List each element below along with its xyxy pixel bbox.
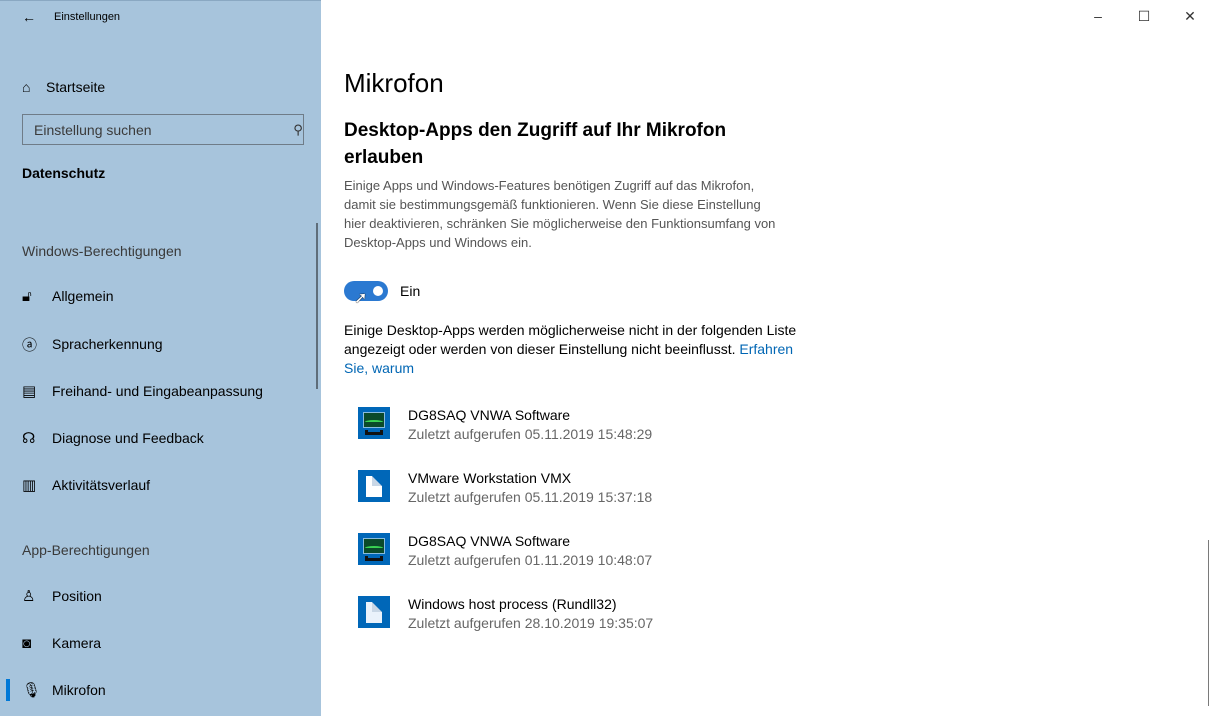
section-description: Einige Apps und Windows-Features benötig… (344, 178, 776, 250)
app-last-access: Zuletzt aufgerufen 28.10.2019 19:35:07 (408, 615, 654, 631)
back-arrow-icon: ← (22, 9, 36, 25)
microphone-icon: 🎙︎ (22, 682, 42, 699)
feedback-icon: ☊ (22, 430, 36, 447)
sidebar-item-kamera[interactable]: ◙ Kamera (0, 623, 321, 663)
app-last-access: Zuletzt aufgerufen 01.11.2019 10:48:07 (408, 552, 653, 568)
toggle-knob (373, 286, 383, 296)
app-title: Einstellungen (54, 11, 121, 23)
sidebar-item-spracherkennung[interactable]: ⓐ Spracherkennung (0, 324, 321, 364)
sidebar-item-aktivitaetsverlauf[interactable]: ▥ Aktivitätsverlauf (0, 465, 321, 505)
search-input[interactable]: Einstellung suchen ⚲ (22, 114, 304, 145)
list-item: VMware Workstation VMX Zuletzt aufgerufe… (358, 467, 858, 530)
list-item: DG8SAQ VNWA Software Zuletzt aufgerufen … (358, 404, 858, 467)
window-controls: – ☐ ✕ (1075, 0, 1213, 32)
sidebar-item-allgemein[interactable]: 🔓︎ Allgemein (0, 276, 321, 316)
note-text: Einige Desktop-Apps werden möglicherweis… (344, 322, 797, 357)
sidebar-item-label: Freihand- und Eingabeanpassung (52, 383, 263, 399)
minimize-button[interactable]: – (1075, 0, 1121, 32)
sidebar-item-label: Mikrofon (52, 682, 106, 698)
sidebar-item-label: Position (52, 588, 102, 604)
minimize-icon: – (1094, 8, 1102, 24)
sidebar-item-freihand[interactable]: ▤ Freihand- und Eingabeanpassung (0, 371, 321, 411)
list-item: DG8SAQ VNWA Software Zuletzt aufgerufen … (358, 530, 858, 593)
sidebar-item-position[interactable]: ♙ Position (0, 576, 321, 616)
timeline-icon: ▥ (22, 477, 37, 494)
location-icon: ♙ (22, 588, 36, 605)
app-name: VMware Workstation VMX (408, 470, 572, 486)
list-item: Windows host process (Rundll32) Zuletzt … (358, 593, 858, 656)
file-icon (358, 596, 390, 628)
camera-icon: ◙ (22, 634, 32, 652)
search-placeholder: Einstellung suchen (34, 121, 152, 138)
sidebar-item-label: Startseite (46, 79, 106, 95)
vnwa-icon (358, 407, 390, 439)
maximize-button[interactable]: ☐ (1121, 0, 1167, 32)
vnwa-icon (358, 533, 390, 565)
sidebar-item-home[interactable]: ⌂ Startseite (0, 69, 321, 105)
speech-icon: ⓐ (22, 336, 38, 354)
sidebar-item-mikrofon[interactable]: 🎙︎ Mikrofon (0, 670, 321, 710)
app-name: DG8SAQ VNWA Software (408, 407, 571, 423)
mouse-cursor-icon: ➚ (354, 290, 368, 307)
sidebar-item-label: Allgemein (52, 288, 114, 304)
maximize-icon: ☐ (1137, 7, 1151, 24)
file-icon (358, 470, 390, 502)
app-last-access: Zuletzt aufgerufen 05.11.2019 15:48:29 (408, 426, 653, 442)
clipboard-icon: ▤ (22, 383, 37, 400)
back-button[interactable]: ← (14, 1, 44, 33)
group-heading-windows: Windows-Berechtigungen (22, 243, 182, 259)
sidebar-section-title: Datenschutz (22, 165, 106, 181)
desktop-apps-note: Einige Desktop-Apps werden möglicherweis… (344, 321, 804, 378)
close-icon: ✕ (1184, 7, 1196, 24)
sidebar-item-label: Diagnose und Feedback (52, 430, 204, 446)
app-list: DG8SAQ VNWA Software Zuletzt aufgerufen … (358, 404, 858, 656)
sidebar-item-label: Spracherkennung (52, 336, 163, 352)
app-name: DG8SAQ VNWA Software (408, 533, 571, 549)
page-title: Mikrofon (344, 68, 444, 98)
group-heading-apps: App-Berechtigungen (22, 542, 150, 558)
sidebar-item-label: Kamera (52, 635, 102, 651)
home-icon: ⌂ (22, 79, 31, 95)
app-last-access: Zuletzt aufgerufen 05.11.2019 15:37:18 (408, 489, 653, 505)
app-name: Windows host process (Rundll32) (408, 596, 617, 612)
sidebar-scrollbar[interactable] (316, 223, 318, 389)
sidebar-item-label: Aktivitätsverlauf (52, 477, 151, 493)
sidebar: ← Einstellungen ⌂ Startseite Einstellung… (0, 0, 321, 716)
title-bar: ← Einstellungen (0, 1, 321, 33)
lock-icon: 🔓︎ (22, 287, 32, 305)
toggle-state-label: Ein (400, 283, 421, 299)
section-title: Desktop-Apps den Zugriff auf Ihr Mikrofo… (344, 120, 727, 168)
close-button[interactable]: ✕ (1167, 0, 1213, 32)
search-icon[interactable]: ⚲ (279, 122, 303, 138)
content-scrollbar[interactable] (1208, 540, 1209, 706)
sidebar-item-diagnose[interactable]: ☊ Diagnose und Feedback (0, 418, 321, 458)
